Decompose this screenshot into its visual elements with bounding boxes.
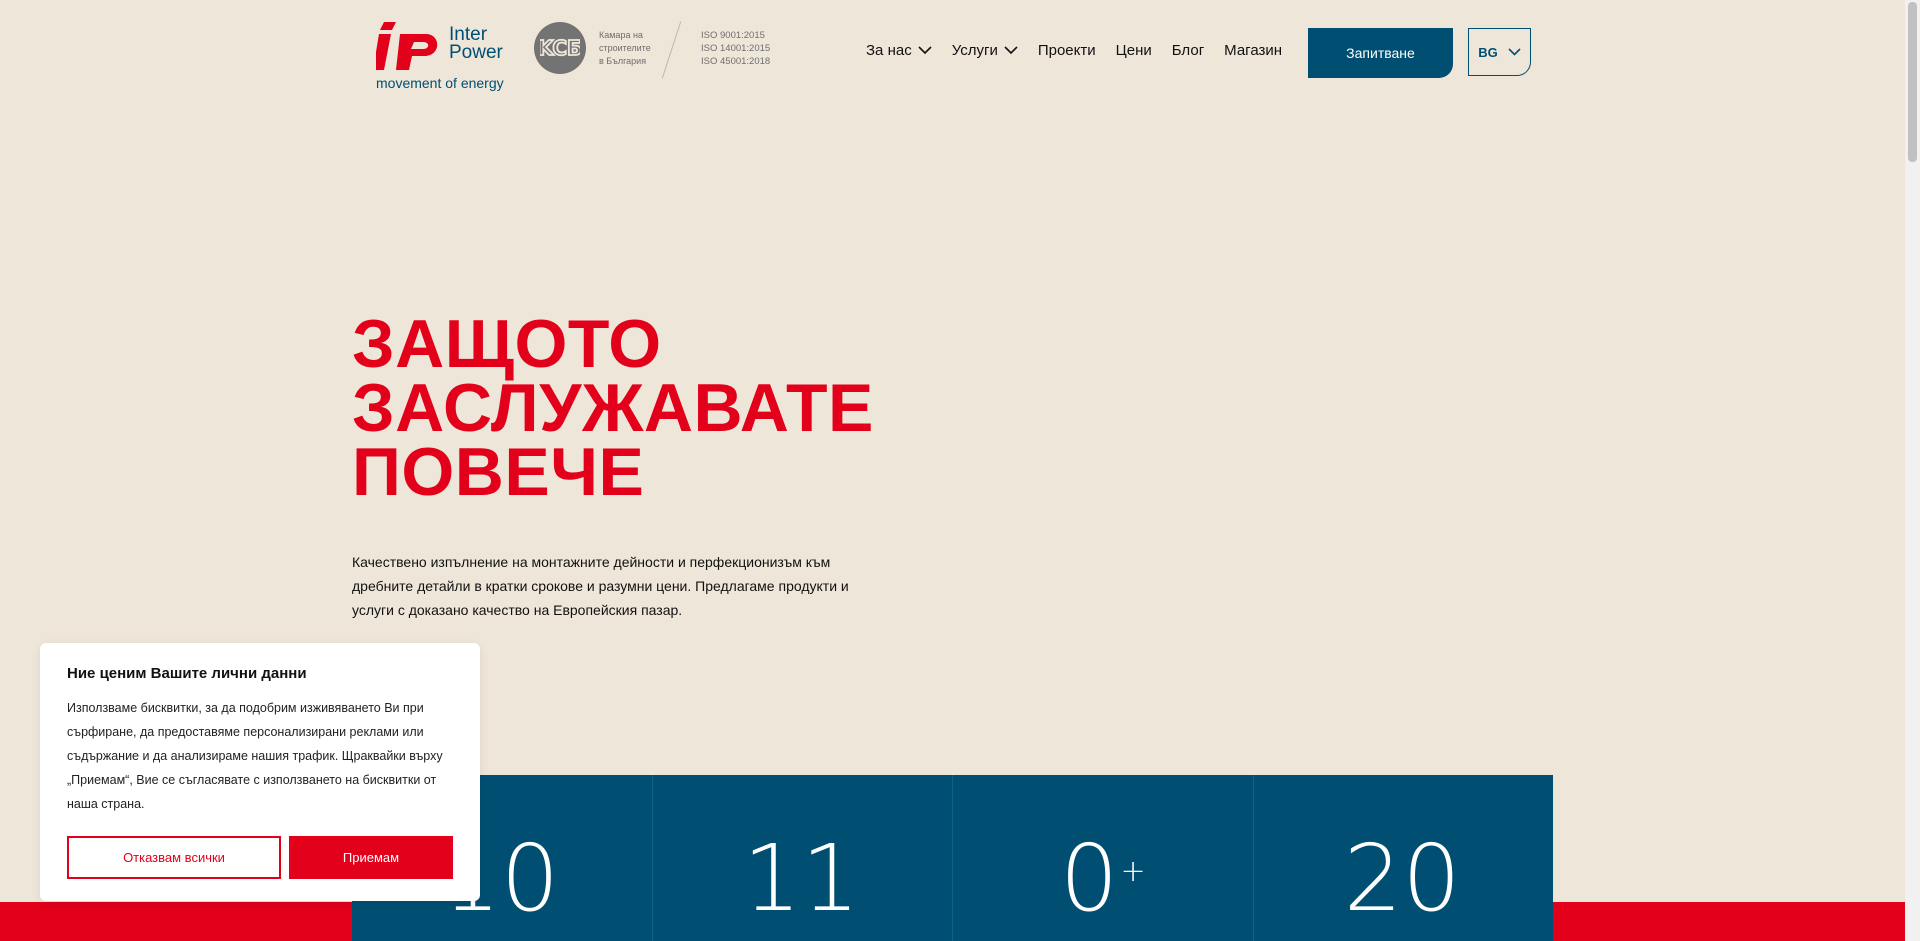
- stat-value: 20: [1343, 825, 1461, 932]
- chevron-down-icon: [1508, 48, 1521, 56]
- cookie-consent-dialog: Ние ценим Вашите лични данни Използваме …: [40, 643, 480, 901]
- chamber-text-line: Камара на: [599, 30, 643, 40]
- nav-item-about[interactable]: За нас: [866, 42, 932, 59]
- stat-value: 0: [1059, 825, 1119, 932]
- page-scrollbar[interactable]: [1905, 0, 1920, 941]
- stat-value-wrap: 11: [743, 833, 862, 941]
- page: Inter Power movement of energy KCБ Камар…: [0, 0, 1920, 941]
- iso-line: ISO 9001:2015: [701, 30, 765, 41]
- stats-row: 10 11 0 + 20: [352, 775, 1553, 941]
- svg-text:KCБ: KCБ: [540, 36, 580, 60]
- nav-item-shop[interactable]: Магазин: [1224, 42, 1282, 59]
- hero-title-line: ЗАСЛУЖАВАТЕ: [352, 370, 874, 446]
- cookie-text: Използваме бисквитки, за да подобрим изж…: [67, 701, 443, 811]
- reject-all-button[interactable]: Отказвам всички: [67, 836, 281, 879]
- iso-line: ISO 45001:2018: [701, 56, 771, 67]
- stat-card: 0 +: [953, 775, 1254, 941]
- nav-item-label: Цени: [1115, 42, 1152, 59]
- chevron-down-icon: [918, 46, 932, 55]
- stat-value-wrap: 20: [1344, 833, 1463, 941]
- stat-value-wrap: 0 +: [1060, 833, 1146, 941]
- nav-item-label: Услуги: [951, 42, 998, 59]
- nav-item-label: Магазин: [1224, 42, 1283, 59]
- scrollbar-thumb[interactable]: [1908, 2, 1917, 162]
- language-selector[interactable]: BG: [1468, 28, 1531, 76]
- hero-description: Качествено изпълнение на монтажните дейн…: [352, 554, 849, 618]
- interpower-logo[interactable]: Inter Power movement of energy: [376, 20, 526, 92]
- iso-line: ISO 14001:2015: [701, 43, 771, 54]
- chevron-down-icon: [1004, 46, 1018, 55]
- iso-certifications: ISO 9001:2015 ISO 14001:2015 ISO 45001:2…: [701, 29, 770, 68]
- brand-name-line-2: Power: [449, 42, 503, 63]
- kcb-emblem-icon: KCБ: [540, 35, 580, 61]
- kcb-logo-icon: KCБ: [534, 22, 586, 74]
- nav-item-label: Блог: [1171, 42, 1205, 59]
- cookie-buttons: Отказвам всички Приемам: [67, 836, 453, 879]
- hero-title: ЗАЩОТО ЗАСЛУЖАВАТЕ ПОВЕЧЕ: [352, 306, 874, 510]
- chamber-text-line: строителите: [599, 43, 651, 53]
- stat-card: 11: [652, 775, 953, 941]
- stat-card: 20: [1253, 775, 1553, 941]
- hero-title-line: ПОВЕЧЕ: [352, 434, 645, 510]
- main-nav: За нас Услуги Проекти Цени Блог Магазин: [866, 42, 1302, 59]
- nav-item-label: Проекти: [1037, 42, 1096, 59]
- inquiry-button[interactable]: Запитване: [1308, 28, 1453, 78]
- nav-item-blog[interactable]: Блог: [1172, 42, 1204, 59]
- cookie-title: Ние ценим Вашите лични данни: [67, 665, 307, 682]
- stat-value: 11: [742, 825, 860, 932]
- accept-button[interactable]: Приемам: [289, 836, 453, 879]
- brand-tagline: movement of energy: [376, 75, 504, 91]
- nav-item-label: За нас: [866, 42, 912, 59]
- language-label: BG: [1478, 44, 1498, 60]
- nav-item-services[interactable]: Услуги: [952, 42, 1018, 59]
- nav-item-projects[interactable]: Проекти: [1038, 42, 1096, 59]
- nav-item-prices[interactable]: Цени: [1116, 42, 1152, 59]
- hero-title-line: ЗАЩОТО: [352, 306, 662, 382]
- ip-logo-mark-icon: [376, 22, 438, 70]
- stat-suffix: +: [1120, 854, 1146, 889]
- brand-name: Inter Power: [449, 25, 503, 63]
